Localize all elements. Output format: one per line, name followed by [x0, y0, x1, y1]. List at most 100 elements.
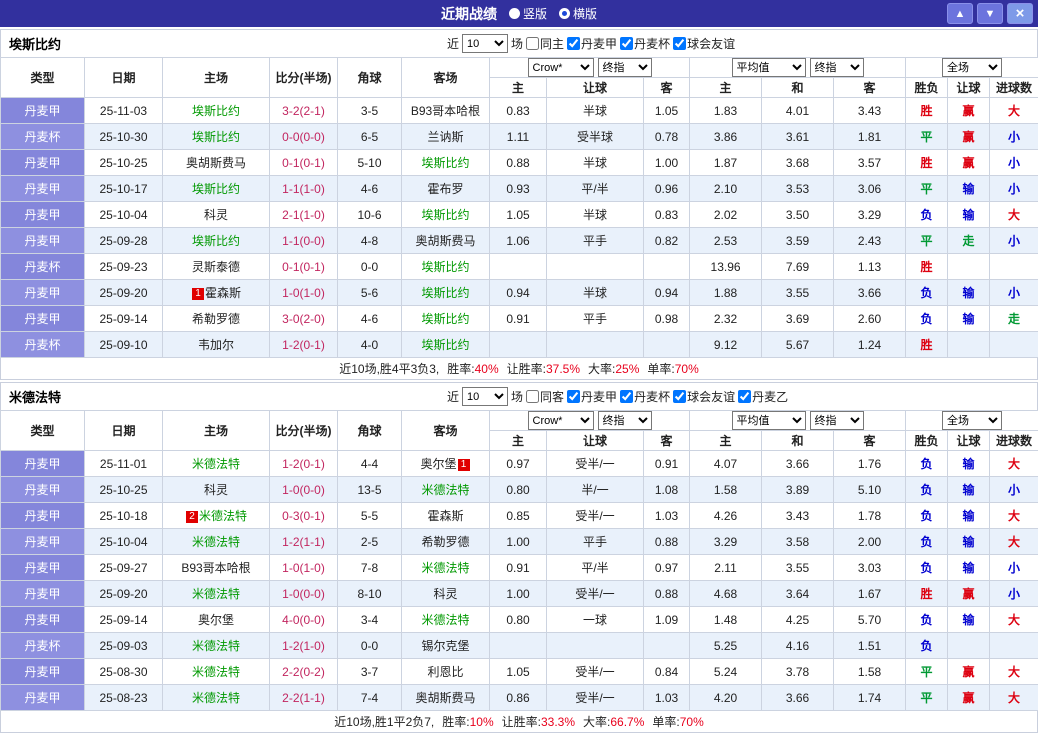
team-link[interactable]: 埃斯比约: [421, 156, 469, 170]
recent-count-select[interactable]: 10: [462, 34, 509, 53]
team-link[interactable]: 米德法特: [192, 691, 240, 705]
asian-handicap: 受半/一: [546, 580, 644, 607]
filter-checkbox[interactable]: [567, 37, 581, 50]
asian-home-odds: [489, 632, 547, 659]
team-link[interactable]: 希勒罗德: [192, 312, 240, 326]
asian-company-select[interactable]: Crow*: [527, 58, 594, 77]
team-link[interactable]: 米德法特: [421, 561, 469, 575]
filter-同客[interactable]: 同客: [526, 388, 564, 405]
result-flag: 小: [1008, 130, 1021, 144]
filter-checkbox[interactable]: [738, 390, 752, 403]
team-link[interactable]: 埃斯比约: [421, 312, 469, 326]
team-link[interactable]: 霍布罗: [427, 182, 463, 196]
asian-home-odds: 0.94: [489, 279, 547, 306]
team-link[interactable]: 利恩比: [427, 665, 463, 679]
team-link[interactable]: 科灵: [433, 587, 457, 601]
euro-company-select[interactable]: 平均值: [731, 411, 806, 430]
league-cell: 丹麦杯: [0, 253, 85, 280]
team-link[interactable]: 奥胡斯费马: [415, 234, 475, 248]
euro-draw-odds: 4.16: [761, 632, 835, 659]
team-link[interactable]: B93哥本哈根: [181, 561, 250, 575]
asian-company-select[interactable]: Crow*: [527, 411, 594, 430]
team-link[interactable]: 米德法特: [421, 483, 469, 497]
filter-丹麦甲[interactable]: 丹麦甲: [567, 35, 617, 52]
corner-cell: 0-0: [337, 253, 402, 280]
result-cell: 负: [905, 201, 949, 228]
team-link[interactable]: 奥尔堡: [198, 613, 234, 627]
team-link[interactable]: 米德法特: [192, 535, 240, 549]
team-link[interactable]: 霍森斯: [205, 286, 241, 300]
scope-select[interactable]: 全场: [942, 411, 1003, 430]
filter-丹麦杯[interactable]: 丹麦杯: [620, 35, 670, 52]
team-link[interactable]: 希勒罗德: [421, 535, 469, 549]
team-link[interactable]: 埃斯比约: [192, 130, 240, 144]
filter-球会友谊[interactable]: 球会友谊: [673, 35, 735, 52]
col-euro-away: 客: [833, 430, 907, 451]
team-link[interactable]: 米德法特: [421, 613, 469, 627]
filter-同主[interactable]: 同主: [526, 35, 564, 52]
home-cell: 希勒罗德: [162, 305, 270, 332]
asian-handicap: 平/半: [546, 554, 644, 581]
euro-company-select[interactable]: 平均值: [731, 58, 806, 77]
team-link[interactable]: 韦加尔: [198, 338, 234, 352]
team-link[interactable]: 科灵: [204, 483, 228, 497]
team-link[interactable]: 霍森斯: [427, 509, 463, 523]
asian-stage-select[interactable]: 终指: [597, 411, 652, 430]
team-link[interactable]: 奥胡斯费马: [415, 691, 475, 705]
team-link[interactable]: 锡尔克堡: [421, 639, 469, 653]
team-link[interactable]: 灵斯泰德: [192, 260, 240, 274]
handicap-result-cell: 输: [947, 279, 991, 306]
team-link[interactable]: 米德法特: [192, 457, 240, 471]
team-link[interactable]: 米德法特: [192, 587, 240, 601]
team-link[interactable]: 埃斯比约: [421, 286, 469, 300]
filter-checkbox[interactable]: [673, 37, 687, 50]
layout-radio-horizontal[interactable]: 横版: [559, 5, 597, 22]
layout-radio-vertical[interactable]: 竖版: [508, 5, 547, 22]
asian-stage-select[interactable]: 终指: [597, 58, 652, 77]
result-flag: 胜: [920, 156, 933, 170]
filter-checkbox[interactable]: [526, 390, 540, 403]
team-link[interactable]: 埃斯比约: [421, 208, 469, 222]
date-cell: 25-08-30: [84, 658, 163, 685]
euro-stage-select[interactable]: 终指: [809, 58, 864, 77]
date-cell: 25-09-10: [84, 331, 163, 358]
team-link[interactable]: B93哥本哈根: [411, 104, 480, 118]
move-up-button[interactable]: ▲: [947, 3, 973, 24]
date-cell: 25-10-18: [84, 502, 163, 529]
close-icon[interactable]: ×: [1007, 3, 1033, 24]
team-link[interactable]: 埃斯比约: [421, 338, 469, 352]
filter-checkbox[interactable]: [526, 37, 540, 50]
team-link[interactable]: 埃斯比约: [421, 260, 469, 274]
filter-丹麦乙[interactable]: 丹麦乙: [738, 388, 788, 405]
filter-球会友谊[interactable]: 球会友谊: [673, 388, 735, 405]
team-link[interactable]: 埃斯比约: [192, 234, 240, 248]
filter-checkbox[interactable]: [620, 390, 634, 403]
col-asian-away: 客: [642, 77, 691, 98]
euro-away-odds: 1.51: [833, 632, 907, 659]
filter-checkbox[interactable]: [673, 390, 687, 403]
scope-header: 全场: [905, 57, 1038, 78]
team-link[interactable]: 奥胡斯费马: [186, 156, 246, 170]
team-link[interactable]: 米德法特: [192, 639, 240, 653]
move-down-button[interactable]: ▼: [977, 3, 1003, 24]
filter-丹麦杯[interactable]: 丹麦杯: [620, 388, 670, 405]
team-link[interactable]: 奥尔堡: [420, 457, 456, 471]
handicap-result-cell: 输: [947, 528, 991, 555]
league-cell: 丹麦杯: [0, 123, 85, 150]
recent-count-select[interactable]: 10: [462, 387, 509, 406]
team-link[interactable]: 米德法特: [192, 665, 240, 679]
team-link[interactable]: 埃斯比约: [192, 104, 240, 118]
filter-label: 丹麦甲: [581, 390, 618, 404]
filter-丹麦甲[interactable]: 丹麦甲: [567, 388, 617, 405]
team-link[interactable]: 科灵: [204, 208, 228, 222]
match-row: 丹麦甲 25-10-04 科灵 2-1(1-0) 10-6 埃斯比约 1.05 …: [0, 201, 1038, 228]
euro-stage-select[interactable]: 终指: [809, 411, 864, 430]
result-flag: 小: [1008, 483, 1021, 497]
result-flag: 胜: [920, 338, 933, 352]
filter-checkbox[interactable]: [567, 390, 581, 403]
team-link[interactable]: 米德法特: [199, 509, 247, 523]
team-link[interactable]: 埃斯比约: [192, 182, 240, 196]
filter-checkbox[interactable]: [620, 37, 634, 50]
scope-select[interactable]: 全场: [942, 58, 1003, 77]
team-link[interactable]: 兰讷斯: [427, 130, 463, 144]
